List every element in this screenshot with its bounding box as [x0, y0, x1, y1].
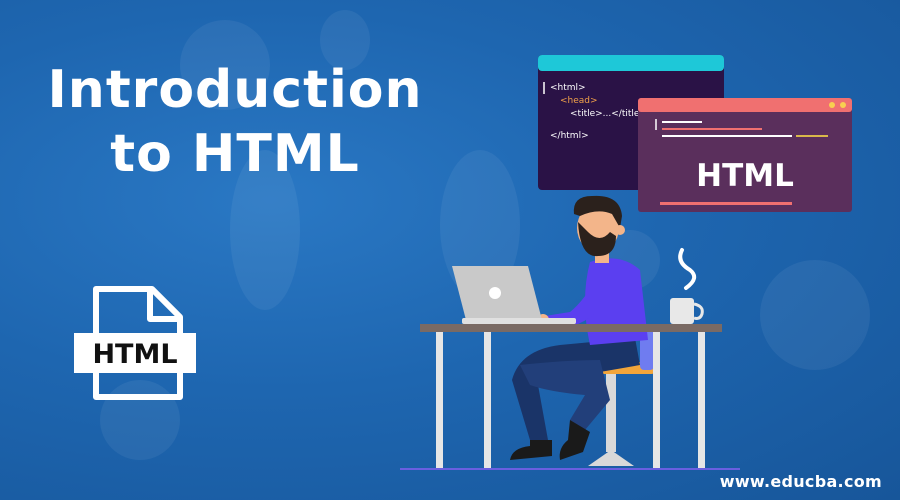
mug-handle: [693, 302, 704, 320]
window-dot-icon: [840, 102, 846, 108]
code-line-title: <title>...</title>: [570, 109, 647, 119]
ear: [615, 225, 625, 235]
code-line-head: <head>: [560, 96, 598, 106]
desk-top: [420, 324, 722, 332]
banner: Introduction to HTML HTML <html> <head> …: [0, 0, 900, 500]
preview-window-header: [638, 98, 852, 112]
desk-leg: [436, 332, 443, 468]
steam-icon: [678, 248, 697, 290]
coffee-mug: [670, 248, 704, 324]
code-window-header: [538, 55, 724, 71]
text-line-placeholder: [662, 128, 762, 130]
desk-leg: [653, 332, 660, 468]
desk-leg: [484, 332, 491, 468]
text-line-placeholder: [662, 135, 792, 137]
window-dot-icon: [829, 102, 835, 108]
mug-body: [670, 298, 694, 324]
preview-window: HTML: [638, 98, 852, 212]
text-line-placeholder: [662, 121, 702, 123]
code-line-html-close: </html>: [550, 131, 589, 141]
desk-leg: [698, 332, 705, 468]
shoe: [510, 440, 552, 460]
developer-illustration: <html> <head> <title>...</title> </html>…: [400, 55, 852, 470]
code-line-html-open: <html>: [550, 83, 586, 93]
apple-logo-icon: [489, 287, 501, 299]
text-line-placeholder: [660, 202, 792, 205]
text-line-placeholder: [796, 135, 828, 137]
footer-url: www.educba.com: [719, 472, 882, 491]
laptop-base: [462, 318, 576, 324]
preview-heading: HTML: [696, 158, 794, 194]
